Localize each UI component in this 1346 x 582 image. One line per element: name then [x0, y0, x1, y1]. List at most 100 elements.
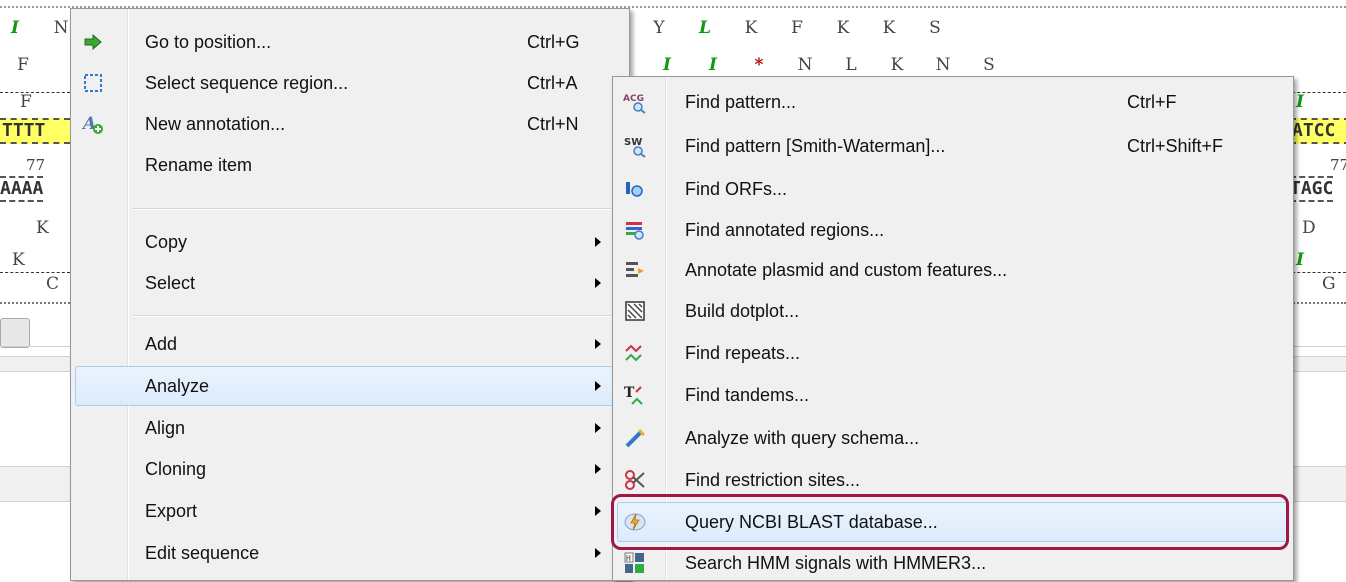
menu-item-align[interactable]: Align [75, 409, 623, 447]
amino-acid: S [929, 18, 941, 38]
amino-acid: K [890, 55, 904, 75]
amino-acid: S [983, 55, 995, 75]
amino-acid: L [699, 18, 711, 38]
menu-item-analyze[interactable]: Analyze [75, 366, 623, 406]
submenu-item-find-pattern[interactable]: ACG Find pattern... Ctrl+F [617, 83, 1289, 121]
frag-right-top: I [1296, 92, 1304, 112]
menu-item-select-sequence-region[interactable]: Select sequence region... Ctrl+A [75, 64, 623, 102]
menu-item-label: Add [145, 333, 178, 354]
submenu-arrow-icon [595, 423, 601, 433]
frag-right-seq: ATCC [1290, 118, 1346, 144]
frag-right-g: G [1322, 274, 1336, 294]
menu-item-go-to-position[interactable]: Go to position... Ctrl+G [75, 23, 623, 61]
frag-left-k1: K [36, 218, 49, 238]
amino-acid: F [17, 55, 29, 75]
submenu-item-find-annotated-regions[interactable]: Find annotated regions... [617, 211, 1289, 249]
menu-item-shortcut: Ctrl+Shift+F [1127, 135, 1224, 156]
menu-separator [133, 315, 623, 317]
amino-acid: L [845, 55, 857, 75]
frag-left-c: C [46, 274, 60, 294]
green-arrow-icon [81, 30, 105, 54]
frag-left-num: 77 [26, 156, 46, 174]
orf-icon [623, 177, 647, 201]
menu-item-label: Edit sequence [145, 542, 260, 563]
menu-item-export[interactable]: Export [75, 492, 623, 530]
amino-acid: I [709, 55, 717, 75]
menu-item-label: New annotation... [145, 113, 286, 134]
menu-item-copy[interactable]: Copy [75, 223, 623, 261]
highlight-annotation-circle [611, 494, 1289, 550]
submenu-item-annotate-plasmid[interactable]: Annotate plasmid and custom features... [617, 251, 1289, 289]
frame-dash [0, 302, 70, 304]
amino-acid: N [935, 55, 951, 75]
submenu-item-analyze-query-schema[interactable]: Analyze with query schema... [617, 419, 1289, 457]
submenu-item-find-tandems[interactable]: T Find tandems... [617, 376, 1289, 414]
menu-item-shortcut: Ctrl+G [527, 31, 580, 52]
submenu-arrow-icon [595, 464, 601, 474]
repeats-icon [623, 341, 647, 365]
menu-item-label: Cloning [145, 458, 207, 479]
menu-item-rename-item[interactable]: Rename item [75, 146, 623, 184]
frag-right-num: 77 [1330, 156, 1346, 174]
menu-item-label: Analyze [145, 375, 210, 396]
menu-item-edit-sequence[interactable]: Edit sequence [75, 534, 623, 572]
submenu-item-find-pattern-smith-waterman[interactable]: SW Find pattern [Smith-Waterman]... Ctrl… [617, 127, 1289, 165]
frag-right-d: D [1302, 218, 1316, 238]
menu-item-label: Rename item [145, 154, 253, 175]
menu-item-shortcut: Ctrl+N [527, 113, 579, 134]
icon-text: T [624, 385, 635, 401]
amino-acid: K [744, 18, 758, 38]
context-menu: Go to position... Ctrl+G Select sequence… [70, 8, 630, 581]
scrollbar-thumb[interactable] [0, 318, 30, 348]
menu-item-label: Annotate plasmid and custom features... [685, 259, 1008, 280]
menu-item-cloning[interactable]: Cloning [75, 450, 623, 488]
submenu-item-find-repeats[interactable]: Find repeats... [617, 334, 1289, 372]
amino-acid: F [791, 18, 803, 38]
frag-right-seq2: TAGC [1290, 176, 1334, 202]
amino-acid: * [754, 55, 764, 75]
dotted-selection-icon [81, 71, 105, 95]
menu-item-label: Select [145, 272, 196, 293]
menu-item-label: Find repeats... [685, 342, 801, 363]
menu-item-select[interactable]: Select [75, 264, 623, 302]
submenu-arrow-icon [595, 339, 601, 349]
menu-item-label: Align [145, 417, 186, 438]
menu-item-label: Search HMM signals with HMMER3... [685, 552, 987, 573]
menu-item-add[interactable]: Add [75, 325, 623, 363]
query-schema-icon [623, 426, 647, 450]
sw-search-icon: SW [623, 134, 647, 158]
amino-acid: N [797, 55, 813, 75]
menu-item-label: Find ORFs... [685, 178, 788, 199]
frag-left-seq: TTTT [0, 118, 70, 144]
hmmer-icon: H [623, 551, 647, 575]
menu-item-shortcut: Ctrl+F [1127, 91, 1177, 112]
dotplot-icon [623, 299, 647, 323]
menu-separator [133, 208, 623, 210]
menu-item-label: Copy [145, 231, 188, 252]
submenu-arrow-icon [595, 278, 601, 288]
menu-item-new-annotation[interactable]: A New annotation... Ctrl+N [75, 105, 623, 143]
submenu-item-find-orfs[interactable]: Find ORFs... [617, 170, 1289, 208]
icon-text: SW [624, 137, 642, 148]
menu-item-label: Go to position... [145, 31, 272, 52]
amino-acid: K [836, 18, 850, 38]
menu-item-label: Find annotated regions... [685, 219, 885, 240]
icon-text: H [626, 554, 631, 563]
submenu-arrow-icon [595, 381, 601, 391]
menu-item-label: Export [145, 500, 198, 521]
menu-item-label: Analyze with query schema... [685, 427, 920, 448]
menu-item-label: Find pattern [Smith-Waterman]... [685, 135, 946, 156]
plasmid-features-icon [623, 258, 647, 282]
amino-acid: Y [653, 18, 665, 38]
amino-acid: I [11, 18, 19, 38]
tandems-icon: T [623, 383, 647, 407]
annotated-regions-icon [623, 218, 647, 242]
amino-acid: I [663, 55, 671, 75]
acg-search-icon: ACG [623, 90, 647, 114]
frag-left-k2: K [12, 250, 25, 270]
menu-item-shortcut: Ctrl+A [527, 72, 578, 93]
icon-text: ACG [623, 94, 644, 104]
frag-left-seq2: AAAA [0, 176, 44, 202]
submenu-item-build-dotplot[interactable]: Build dotplot... [617, 292, 1289, 330]
menu-item-label: Find tandems... [685, 384, 810, 405]
